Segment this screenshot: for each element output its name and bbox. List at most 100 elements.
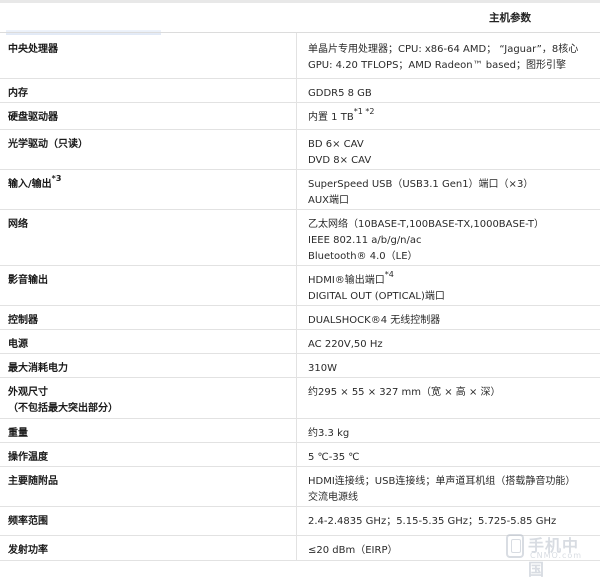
spec-row: 影音输出 HDMI®输出端口*4 DIGITAL OUT (OPTICAL)端口 [0, 265, 600, 305]
footnote-marker: *3 [52, 174, 62, 183]
spec-value: 内置 1 TB*1 *2 [297, 102, 600, 129]
spec-value-text: 310W [308, 363, 337, 374]
spec-value-line: 乙太网络（10BASE-T,100BASE-TX,1000BASE-T） [308, 217, 600, 233]
spec-value-text: 内置 1 TB [308, 112, 354, 123]
footnote-marker: *4 [385, 270, 394, 279]
spec-label-text: 内存 [8, 88, 28, 99]
footnote-marker: *1 *2 [354, 107, 375, 116]
spec-label-text: 输入/输出 [8, 179, 52, 190]
spec-label: 控制器 [0, 305, 297, 329]
spec-value-line: IEEE 802.11 a/b/g/n/ac [308, 233, 600, 249]
spec-value: AC 220V,50 Hz [297, 329, 600, 353]
spec-value-line: 约3.3 kg [308, 426, 600, 442]
spec-label: 最大消耗电力 [0, 353, 297, 377]
spec-label-text: 操作温度 [8, 452, 48, 463]
spec-row: 重量约3.3 kg [0, 418, 600, 442]
spec-label: 频率范围 [0, 506, 297, 535]
spec-value-line: SuperSpeed USB（USB3.1 Gen1）端口（×3） [308, 177, 600, 193]
spec-value: HDMI®输出端口*4 DIGITAL OUT (OPTICAL)端口 [297, 265, 600, 305]
spec-table: 中央处理器 单晶片专用处理器；CPU: x86-64 AMD； “Jaguar”，… [0, 33, 600, 561]
spec-label: 发射功率 [0, 535, 297, 560]
spec-value: 约3.3 kg [297, 418, 600, 442]
spec-value-text: 5 ℃-35 ℃ [308, 452, 360, 463]
spec-value-text: 交流电源线 [308, 492, 358, 503]
spec-value-text: BD 6× CAV [308, 139, 364, 150]
spec-value: 2.4-2.4835 GHz；5.15-5.35 GHz；5.725-5.85 … [297, 506, 600, 535]
spec-value-text: DUALSHOCK®4 无线控制器 [308, 315, 440, 326]
spec-value-text: 乙太网络（10BASE-T,100BASE-TX,1000BASE-T） [308, 219, 544, 230]
spec-row: 频率范围 2.4-2.4835 GHz；5.15-5.35 GHz；5.725-5… [0, 506, 600, 535]
spec-value: 5 ℃-35 ℃ [297, 442, 600, 466]
spec-value: 约295 × 55 × 327 mm（宽 × 高 × 深） [297, 377, 600, 418]
spec-value-line: Bluetooth® 4.0（LE） [308, 249, 600, 265]
spec-value-text: GDDR5 8 GB [308, 88, 372, 99]
spec-value-line: HDMI®输出端口*4 [308, 273, 600, 289]
phone-logo-icon [506, 534, 524, 558]
spec-value-line: 内置 1 TB*1 *2 [308, 110, 600, 126]
spec-row: 输入/输出*3SuperSpeed USB（USB3.1 Gen1）端口（×3）… [0, 169, 600, 209]
spec-value-text: Bluetooth® 4.0（LE） [308, 251, 418, 262]
spec-value-text: DVD 8× CAV [308, 155, 371, 166]
spec-value-text: 约295 × 55 × 327 mm（宽 × 高 × 深） [308, 387, 501, 398]
spec-value-text: SuperSpeed USB（USB3.1 Gen1）端口（×3） [308, 179, 533, 190]
spec-label: 输入/输出*3 [0, 169, 297, 209]
spec-value-text: DIGITAL OUT (OPTICAL)端口 [308, 291, 445, 302]
spec-value: 乙太网络（10BASE-T,100BASE-TX,1000BASE-T） IEEE… [297, 209, 600, 265]
spec-row: 网络 乙太网络（10BASE-T,100BASE-TX,1000BASE-T） IE… [0, 209, 600, 265]
spec-label-text: 网络 [8, 219, 28, 230]
spec-row: 硬盘驱动器 内置 1 TB*1 *2 [0, 102, 600, 129]
spec-table-title: 主机参数 [460, 10, 560, 25]
spec-value-text: HDMI®输出端口 [308, 275, 385, 286]
spec-label-text: 最大消耗电力 [8, 363, 68, 374]
spec-label-text: 硬盘驱动器 [8, 112, 58, 123]
spec-label-text: 中央处理器 [8, 44, 58, 55]
spec-value: GDDR5 8 GB [297, 78, 600, 102]
spec-label: 网络 [0, 209, 297, 265]
spec-value-text: 单晶片专用处理器；CPU: x86-64 AMD； “Jaguar”，8核心 [308, 44, 578, 55]
spec-label: 内存 [0, 78, 297, 102]
watermark: 手机中国 CNMO.com [506, 532, 592, 562]
spec-value-text: ≤20 dBm（EIRP） [308, 545, 397, 556]
spec-label: 操作温度 [0, 442, 297, 466]
spec-value-text: AC 220V,50 Hz [308, 339, 383, 350]
spec-row: 中央处理器 单晶片专用处理器；CPU: x86-64 AMD； “Jaguar”，… [0, 33, 600, 78]
spec-value-text: 约3.3 kg [308, 428, 349, 439]
spec-row: 电源 AC 220V,50 Hz [0, 329, 600, 353]
spec-label: 影音输出 [0, 265, 297, 305]
top-divider [0, 0, 600, 3]
spec-value: 310W [297, 353, 600, 377]
spec-row: 外观尺寸 （不包括最大突出部分） 约295 × 55 × 327 mm（宽 × 高 … [0, 377, 600, 418]
spec-value: 单晶片专用处理器；CPU: x86-64 AMD； “Jaguar”，8核心 GP… [297, 33, 600, 78]
spec-label: 硬盘驱动器 [0, 102, 297, 129]
spec-value: HDMI连接线；USB连接线；单声道耳机组（搭载静音功能） 交流电源线 [297, 466, 600, 506]
spec-label-text: 电源 [8, 339, 28, 350]
spec-value: SuperSpeed USB（USB3.1 Gen1）端口（×3） AUX端口 [297, 169, 600, 209]
spec-row: 最大消耗电力 310W [0, 353, 600, 377]
spec-value-line: GDDR5 8 GB [308, 86, 600, 102]
spec-label: 电源 [0, 329, 297, 353]
spec-label: 主要随附品 [0, 466, 297, 506]
spec-value-text: AUX端口 [308, 195, 349, 206]
spec-value-line: BD 6× CAV [308, 137, 600, 153]
spec-label: 重量 [0, 418, 297, 442]
spec-value-line: 交流电源线 [308, 490, 600, 506]
spec-value-line: 5 ℃-35 ℃ [308, 450, 600, 466]
spec-value-line: 单晶片专用处理器；CPU: x86-64 AMD； “Jaguar”，8核心 [308, 42, 600, 58]
spec-label-text: 影音输出 [8, 275, 48, 286]
spec-label-note: （不包括最大突出部分） [8, 403, 118, 414]
spec-value-text: HDMI连接线；USB连接线；单声道耳机组（搭载静音功能） [308, 476, 575, 487]
spec-value-text: IEEE 802.11 a/b/g/n/ac [308, 235, 422, 246]
spec-value-text: GPU: 4.20 TFLOPS；AMD Radeon™ based；图形引擎 [308, 60, 566, 71]
spec-row: 内存 GDDR5 8 GB [0, 78, 600, 102]
spec-row: 主要随附品 HDMI连接线；USB连接线；单声道耳机组（搭载静音功能） 交流电源线 [0, 466, 600, 506]
spec-value-line: AUX端口 [308, 193, 600, 209]
spec-value-line: AC 220V,50 Hz [308, 337, 600, 353]
spec-label-text: 频率范围 [8, 516, 48, 527]
spec-label-text: 外观尺寸 [8, 387, 48, 398]
spec-label-text: 控制器 [8, 315, 38, 326]
spec-label: 中央处理器 [0, 33, 297, 78]
spec-label-text: 光学驱动（只读） [8, 139, 88, 150]
spec-row: 操作温度 5 ℃-35 ℃ [0, 442, 600, 466]
spec-label: 外观尺寸 （不包括最大突出部分） [0, 377, 297, 418]
spec-value-line: HDMI连接线；USB连接线；单声道耳机组（搭载静音功能） [308, 474, 600, 490]
